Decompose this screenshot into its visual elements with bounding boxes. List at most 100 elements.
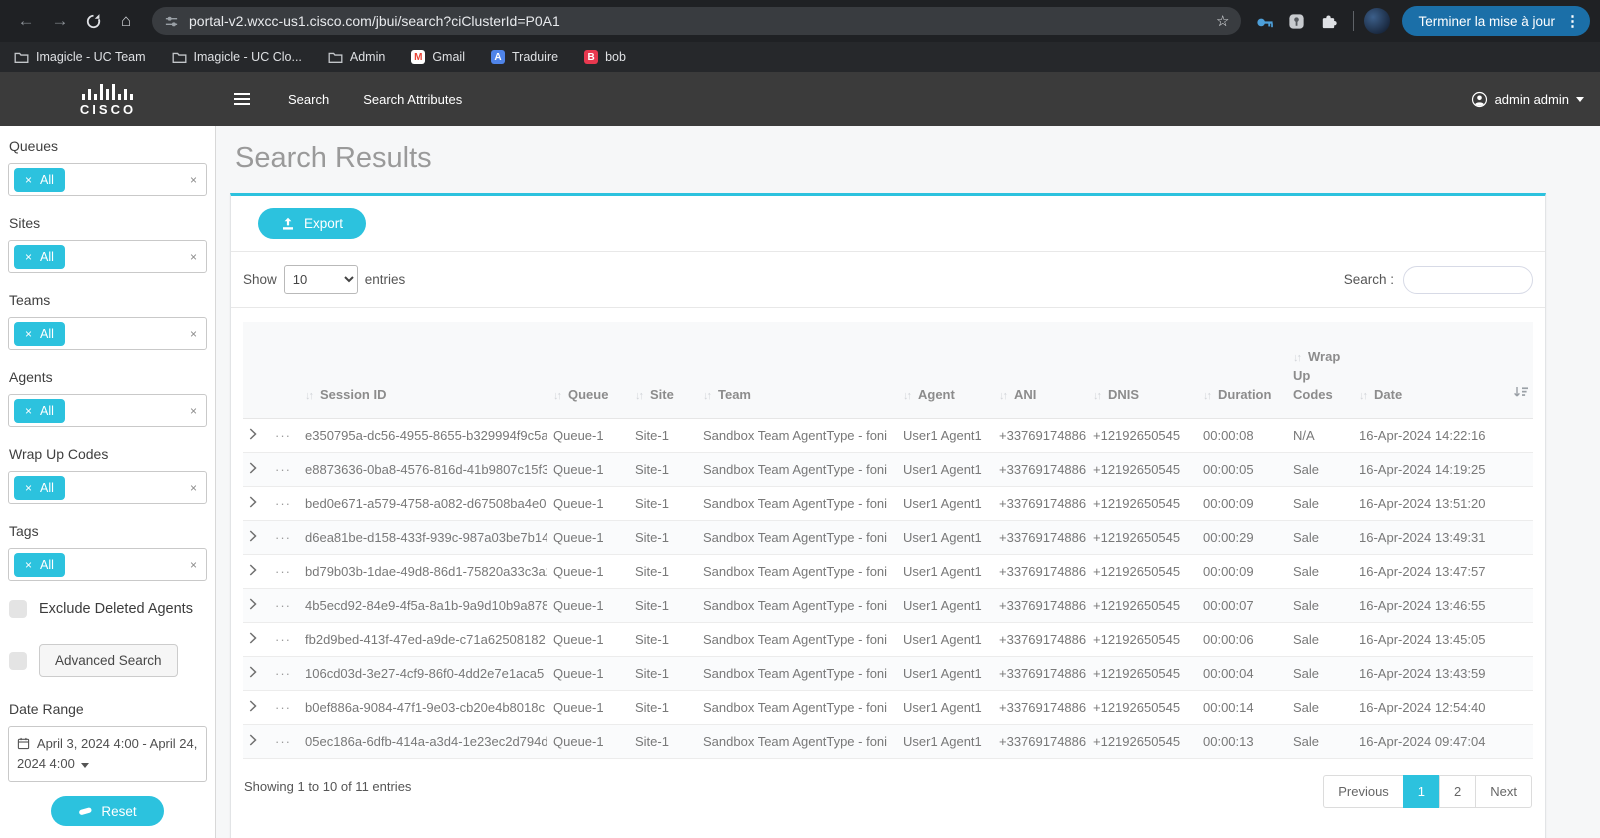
table-row[interactable]: ··· 05ec186a-6dfb-414a-a3d4-1e23ec2d794d… xyxy=(243,724,1533,758)
column-duration[interactable]: ↓↑Duration xyxy=(1197,322,1287,418)
chevron-right-icon[interactable] xyxy=(249,632,257,644)
row-actions-icon[interactable]: ··· xyxy=(275,598,291,613)
row-actions-icon[interactable]: ··· xyxy=(275,632,291,647)
bookmark-item[interactable]: Admin xyxy=(328,50,385,64)
reload-icon[interactable] xyxy=(78,13,108,30)
chip-remove-icon[interactable]: × xyxy=(25,558,32,572)
chip-remove-icon[interactable]: × xyxy=(25,481,32,495)
bookmark-item[interactable]: M Gmail xyxy=(411,50,465,64)
bookmark-item[interactable]: B bob xyxy=(584,50,626,64)
nav-search[interactable]: Search xyxy=(288,92,329,107)
nav-search-attributes[interactable]: Search Attributes xyxy=(363,92,462,107)
row-actions-icon[interactable]: ··· xyxy=(275,666,291,681)
url-bar[interactable]: portal-v2.wxcc-us1.cisco.com/jbui/search… xyxy=(152,7,1241,35)
page-button[interactable]: Next xyxy=(1475,775,1532,808)
row-actions-icon[interactable]: ··· xyxy=(275,428,291,443)
column-agent[interactable]: ↓↑Agent xyxy=(897,322,993,418)
user-menu[interactable]: admin admin xyxy=(1471,91,1584,108)
chip-remove-icon[interactable]: × xyxy=(25,404,32,418)
filter-select[interactable]: × All × xyxy=(8,471,207,504)
chevron-right-icon[interactable] xyxy=(249,598,257,610)
filter-select[interactable]: × All × xyxy=(8,240,207,273)
filter-select[interactable]: × All × xyxy=(8,394,207,427)
table-row[interactable]: ··· d6ea81be-d158-433f-939c-987a03be7b14… xyxy=(243,520,1533,554)
filter-chip[interactable]: × All xyxy=(14,399,65,423)
url-text[interactable]: portal-v2.wxcc-us1.cisco.com/jbui/search… xyxy=(189,13,1206,29)
row-actions-icon[interactable]: ··· xyxy=(275,734,291,749)
filter-chip[interactable]: × All xyxy=(14,553,65,577)
profile-avatar[interactable] xyxy=(1364,8,1390,34)
clear-filter-icon[interactable]: × xyxy=(190,327,197,341)
clear-filter-icon[interactable]: × xyxy=(190,558,197,572)
column-queue[interactable]: ↓↑Queue xyxy=(547,322,629,418)
exclude-deleted-agents-checkbox[interactable] xyxy=(9,600,27,618)
column-date[interactable]: ↓↑Date xyxy=(1353,322,1533,418)
key-extension-icon[interactable] xyxy=(1249,6,1279,36)
page-button[interactable]: 2 xyxy=(1439,775,1476,808)
row-actions-icon[interactable]: ··· xyxy=(275,496,291,511)
column-wrap-up-codes[interactable]: ↓↑Wrap Up Codes xyxy=(1287,322,1353,418)
advanced-search-button[interactable]: Advanced Search xyxy=(39,644,178,677)
date-range-picker[interactable]: April 3, 2024 4:00 - April 24, 2024 4:00 xyxy=(8,726,207,782)
chevron-right-icon[interactable] xyxy=(249,564,257,576)
filter-select[interactable]: × All × xyxy=(8,317,207,350)
chevron-right-icon[interactable] xyxy=(249,530,257,542)
extensions-icon[interactable] xyxy=(1313,6,1343,36)
forward-icon[interactable]: → xyxy=(44,0,76,42)
browser-menu-icon[interactable]: ⋮ xyxy=(1565,12,1580,30)
chevron-right-icon[interactable] xyxy=(249,666,257,678)
chevron-right-icon[interactable] xyxy=(249,734,257,746)
page-button[interactable]: 1 xyxy=(1403,775,1440,808)
table-row[interactable]: ··· bed0e671-a579-4758-a082-d67508ba4e02… xyxy=(243,486,1533,520)
bookmark-item[interactable]: Imagicle - UC Team xyxy=(14,50,146,64)
table-row[interactable]: ··· fb2d9bed-413f-47ed-a9de-c71a62508182… xyxy=(243,622,1533,656)
table-search-input[interactable] xyxy=(1403,266,1533,294)
password-manager-icon[interactable] xyxy=(1281,6,1311,36)
page-size-select[interactable]: 10 xyxy=(284,265,358,294)
clear-filter-icon[interactable]: × xyxy=(190,173,197,187)
chevron-right-icon[interactable] xyxy=(249,496,257,508)
chip-remove-icon[interactable]: × xyxy=(25,327,32,341)
page-button[interactable]: Previous xyxy=(1323,775,1404,808)
bookmark-star-icon[interactable]: ☆ xyxy=(1216,12,1229,30)
back-icon[interactable]: ← xyxy=(10,0,42,42)
column-ani[interactable]: ↓↑ANI xyxy=(993,322,1087,418)
home-icon[interactable]: ⌂ xyxy=(110,0,142,42)
row-actions-icon[interactable]: ··· xyxy=(275,462,291,477)
chip-remove-icon[interactable]: × xyxy=(25,250,32,264)
advanced-search-checkbox[interactable] xyxy=(9,652,27,670)
row-actions-icon[interactable]: ··· xyxy=(275,530,291,545)
column-dnis[interactable]: ↓↑DNIS xyxy=(1087,322,1197,418)
table-row[interactable]: ··· e350795a-dc56-4955-8655-b329994f9c5a… xyxy=(243,418,1533,452)
row-actions-icon[interactable]: ··· xyxy=(275,564,291,579)
reset-button[interactable]: Reset xyxy=(51,796,164,826)
export-button[interactable]: Export xyxy=(258,208,366,239)
site-settings-icon[interactable] xyxy=(164,14,179,29)
row-actions-icon[interactable]: ··· xyxy=(275,700,291,715)
bookmark-item[interactable]: A Traduire xyxy=(491,50,558,64)
table-row[interactable]: ··· 4b5ecd92-84e9-4f5a-8a1b-9a9d10b9a878… xyxy=(243,588,1533,622)
filter-chip[interactable]: × All xyxy=(14,476,65,500)
filter-chip[interactable]: × All xyxy=(14,245,65,269)
chip-remove-icon[interactable]: × xyxy=(25,173,32,187)
table-row[interactable]: ··· e8873636-0ba8-4576-816d-41b9807c15f3… xyxy=(243,452,1533,486)
table-row[interactable]: ··· b0ef886a-9084-47f1-9e03-cb20e4b8018c… xyxy=(243,690,1533,724)
table-row[interactable]: ··· 106cd03d-3e27-4cf9-86f0-4dd2e7e1aca5… xyxy=(243,656,1533,690)
chevron-right-icon[interactable] xyxy=(249,462,257,474)
chevron-right-icon[interactable] xyxy=(249,700,257,712)
filter-select[interactable]: × All × xyxy=(8,163,207,196)
table-row[interactable]: ··· bd79b03b-1dae-49d8-86d1-75820a33c3a2… xyxy=(243,554,1533,588)
column-site[interactable]: ↓↑Site xyxy=(629,322,697,418)
update-browser-button[interactable]: Terminer la mise à jour ⋮ xyxy=(1402,6,1590,36)
filter-chip[interactable]: × All xyxy=(14,168,65,192)
clear-filter-icon[interactable]: × xyxy=(190,250,197,264)
column-session-id[interactable]: ↓↑Session ID xyxy=(299,322,547,418)
filter-chip[interactable]: × All xyxy=(14,322,65,346)
filter-select[interactable]: × All × xyxy=(8,548,207,581)
hamburger-menu-icon[interactable] xyxy=(230,89,254,109)
clear-filter-icon[interactable]: × xyxy=(190,481,197,495)
chevron-right-icon[interactable] xyxy=(249,428,257,440)
clear-filter-icon[interactable]: × xyxy=(190,404,197,418)
column-team[interactable]: ↓↑Team xyxy=(697,322,897,418)
bookmark-item[interactable]: Imagicle - UC Clo... xyxy=(172,50,302,64)
